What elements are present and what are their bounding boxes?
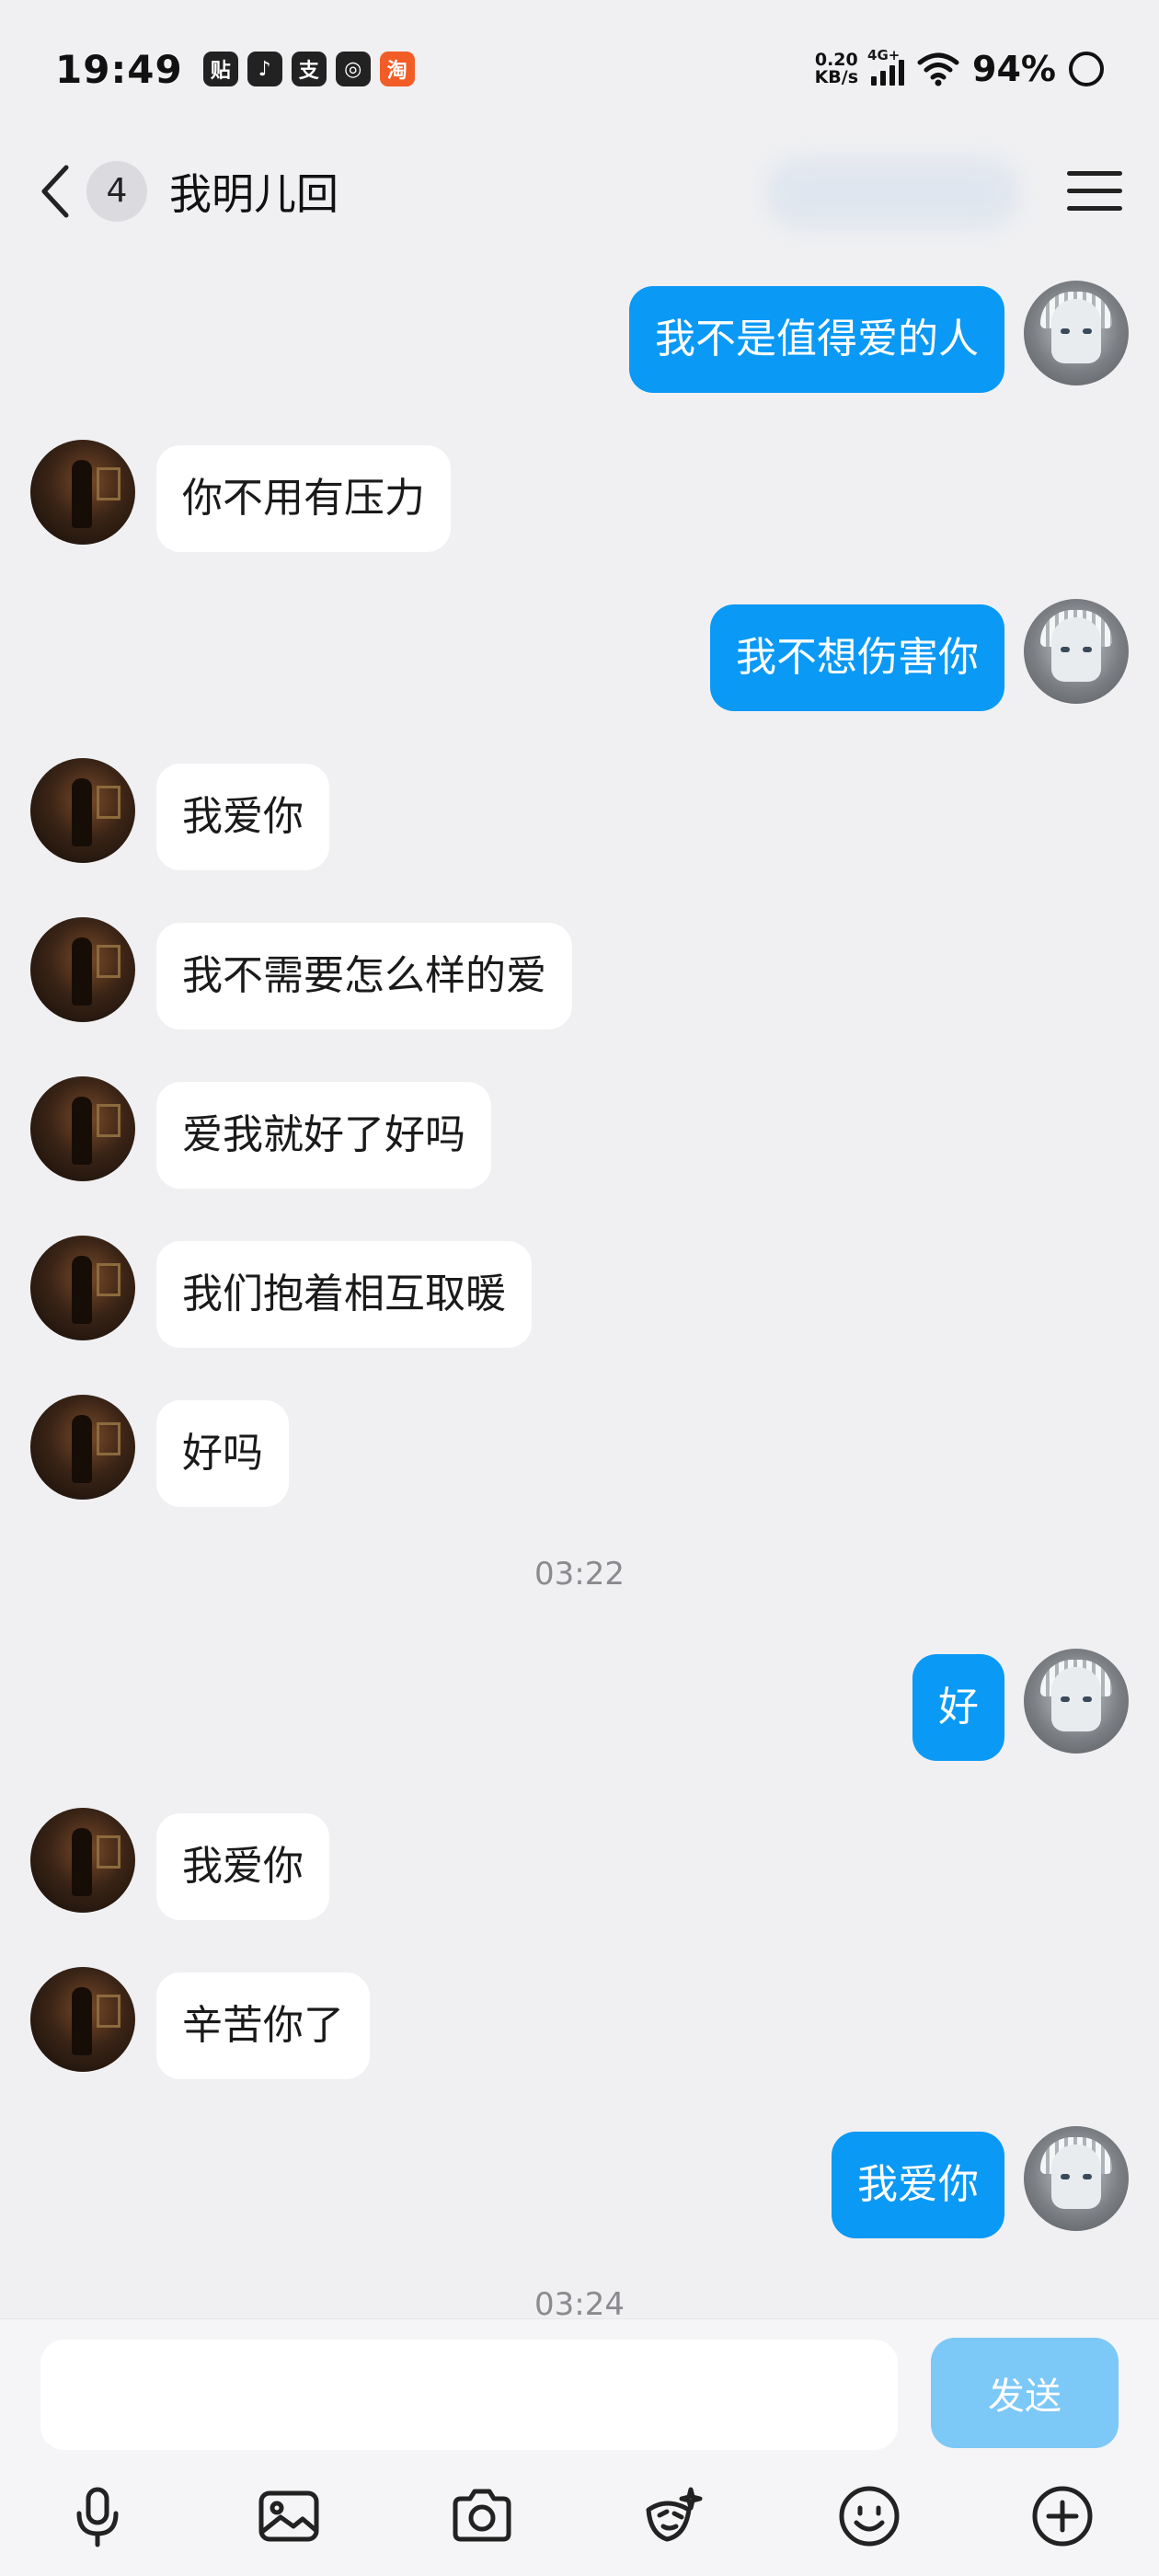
sticker-icon [646, 2487, 703, 2542]
image-icon [258, 2490, 319, 2542]
net-speed-unit: KB/s [814, 67, 859, 87]
message-input[interactable] [40, 2340, 898, 2450]
input-toolbar [0, 2478, 1159, 2570]
camera-button[interactable] [443, 2478, 521, 2555]
contact-avatar[interactable] [30, 1967, 135, 2072]
self-avatar[interactable] [1024, 1649, 1129, 1754]
sticker-button[interactable] [635, 2478, 712, 2555]
outgoing-bubble[interactable]: 我爱你 [832, 2132, 1004, 2238]
message-row: 好吗 [0, 1395, 1159, 1507]
blurred-region [763, 156, 1021, 230]
input-bar: 发送 [0, 2318, 1159, 2576]
status-time: 19:49 [55, 46, 183, 92]
more-button[interactable] [1024, 2478, 1101, 2555]
battery-level: 94% [972, 49, 1056, 89]
microphone-icon [76, 2487, 119, 2547]
incoming-bubble[interactable]: 你不用有压力 [156, 445, 451, 552]
timestamp: 03:22 [534, 1556, 625, 1593]
photo-button[interactable] [250, 2478, 327, 2555]
message-row: 爱我就好了好吗 [0, 1076, 1159, 1189]
douyin-icon: ♪ [247, 52, 282, 86]
contact-avatar[interactable] [30, 758, 135, 863]
back-button[interactable] [37, 159, 74, 224]
outgoing-bubble[interactable]: 我不是值得爱的人 [629, 286, 1004, 393]
chat-title[interactable]: 我明儿回 [169, 161, 339, 222]
message-list[interactable]: 我不是值得爱的人 你不用有压力 我不想伤害你 我爱你 我不需要怎么样的爱 爱我就… [0, 244, 1159, 2318]
message-row: 我爱你 [0, 1808, 1159, 1920]
contact-avatar[interactable] [30, 1076, 135, 1181]
emoji-button[interactable] [831, 2478, 908, 2555]
message-row: 我爱你 [0, 2126, 1159, 2238]
incoming-bubble[interactable]: 我爱你 [156, 764, 329, 870]
taobao-icon: 淘 [379, 52, 415, 86]
contact-avatar[interactable] [30, 1808, 135, 1913]
self-avatar[interactable] [1024, 2126, 1129, 2231]
network-type: 4G+ [867, 47, 901, 63]
outgoing-bubble[interactable]: 好 [912, 1654, 1004, 1761]
status-app-icons: 贴 ♪ 支 ◎ 淘 [202, 52, 415, 86]
timestamp: 03:24 [534, 2286, 625, 2318]
message-row: 我不是值得爱的人 [0, 281, 1159, 393]
wifi-icon [917, 52, 959, 86]
camera-icon [453, 2489, 511, 2542]
plus-icon [1032, 2486, 1093, 2547]
contact-avatar[interactable] [30, 440, 135, 545]
incoming-bubble[interactable]: 好吗 [156, 1400, 289, 1507]
cellular-signal-icon: 4G+ [867, 47, 905, 86]
contact-avatar[interactable] [30, 917, 135, 1022]
contact-avatar[interactable] [30, 1395, 135, 1500]
incoming-bubble[interactable]: 我们抱着相互取暖 [156, 1241, 532, 1348]
battery-icon [1069, 52, 1104, 86]
emoji-icon [839, 2486, 900, 2547]
message-row: 我不需要怎么样的爱 [0, 917, 1159, 1029]
send-button[interactable]: 发送 [931, 2338, 1119, 2448]
unread-count-badge[interactable]: 4 [86, 160, 147, 222]
incoming-bubble[interactable]: 辛苦你了 [156, 1972, 370, 2079]
contact-avatar[interactable] [30, 1236, 135, 1340]
message-row: 好 [0, 1649, 1159, 1761]
menu-button[interactable] [1067, 164, 1122, 219]
network-speed: 0.20 KB/s [815, 52, 858, 86]
alipay-icon: 支 [291, 52, 327, 86]
incoming-bubble[interactable]: 我爱你 [156, 1813, 329, 1920]
status-bar: 19:49 贴 ♪ 支 ◎ 淘 0.20 KB/s 4G+ 94% [0, 0, 1159, 138]
chat-header: 4 我明儿回 [0, 138, 1159, 244]
message-row: 辛苦你了 [0, 1967, 1159, 2079]
chevron-left-icon [41, 165, 69, 217]
message-row: 我们抱着相互取暖 [0, 1236, 1159, 1348]
tieba-icon: 贴 [202, 52, 238, 86]
self-avatar[interactable] [1024, 599, 1129, 704]
message-row: 我不想伤害你 [0, 599, 1159, 711]
outgoing-bubble[interactable]: 我不想伤害你 [710, 604, 1004, 711]
voice-button[interactable] [59, 2478, 136, 2555]
incoming-bubble[interactable]: 我不需要怎么样的爱 [156, 923, 572, 1029]
wechat-icon: ◎ [335, 52, 371, 86]
message-row: 我爱你 [0, 758, 1159, 870]
self-avatar[interactable] [1024, 281, 1129, 385]
incoming-bubble[interactable]: 爱我就好了好吗 [156, 1082, 491, 1189]
message-row: 你不用有压力 [0, 440, 1159, 552]
